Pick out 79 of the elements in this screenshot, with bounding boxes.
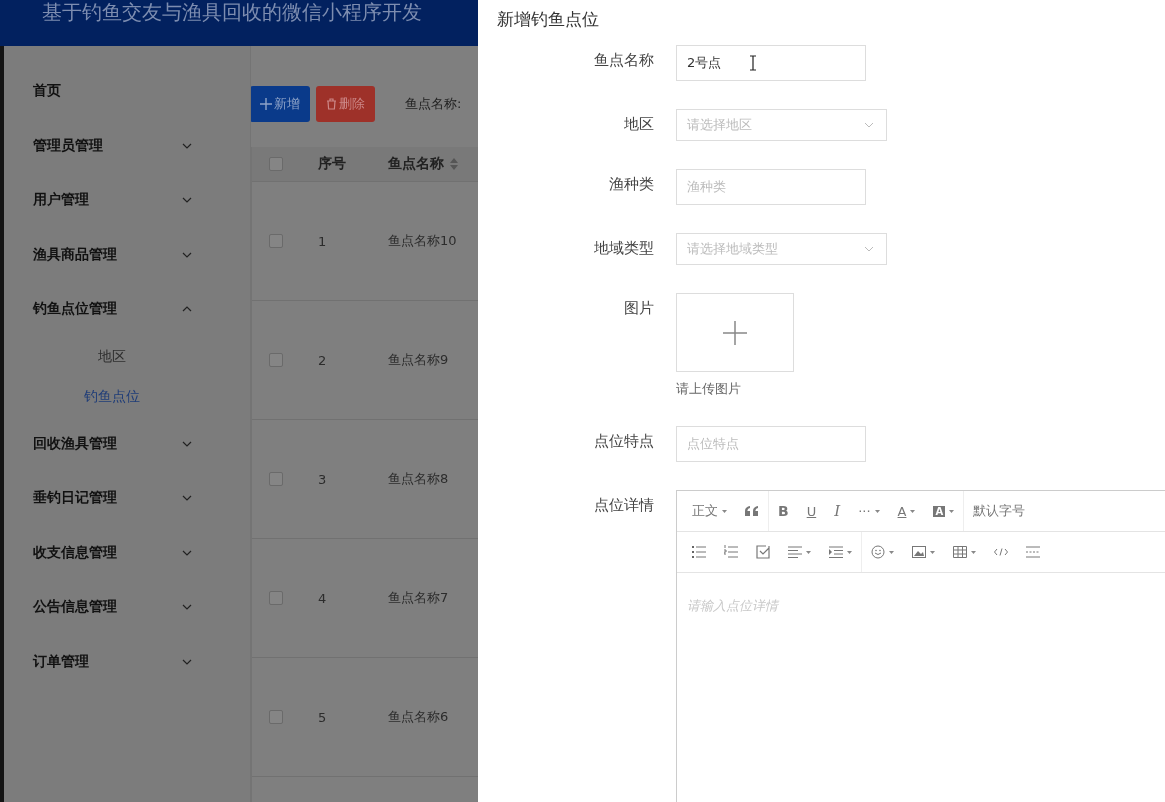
bullet-list-icon	[692, 545, 706, 559]
quote-icon	[745, 504, 759, 518]
indent-icon	[829, 545, 843, 559]
table-icon	[953, 545, 967, 559]
toolbar-button[interactable]: A	[888, 491, 925, 531]
text-cursor-icon	[749, 55, 758, 71]
table-cell-text: 4	[317, 590, 328, 606]
field-label: 点位特点	[593, 431, 655, 451]
image-icon	[912, 545, 926, 559]
caret-icon	[874, 509, 880, 513]
caret-icon	[847, 550, 852, 554]
toolbar-button[interactable]: 正文	[683, 491, 736, 531]
menu-item[interactable]: 收支信息管理	[4, 525, 250, 580]
submenu-item[interactable]: 钓鱼点位	[4, 376, 250, 417]
toolbar-button[interactable]: I	[825, 491, 850, 531]
checkbox[interactable]	[269, 591, 283, 605]
toolbar-button[interactable]: U	[797, 491, 826, 531]
toolbar-button[interactable]: A	[924, 491, 964, 531]
table-cell-text: 鱼点名称7	[387, 589, 450, 607]
toolbar-button[interactable]: 默认字号	[964, 491, 1035, 531]
upload-box[interactable]	[676, 293, 794, 372]
caret-icon	[910, 509, 916, 513]
checkbox[interactable]	[269, 234, 283, 248]
table-cell-text: 2	[317, 352, 328, 368]
menu-item[interactable]: 渔具商品管理	[4, 227, 250, 282]
table-cell-text: 5	[317, 709, 328, 725]
caret-icon	[971, 550, 976, 554]
drawer-title: 新增钓鱼点位	[497, 8, 600, 31]
divider-icon	[1026, 545, 1040, 559]
align-icon	[788, 545, 802, 559]
chevron-down-icon	[864, 246, 874, 252]
toolbar-button[interactable]: ···	[849, 491, 889, 531]
caret-icon	[722, 509, 727, 513]
numbered-list-icon	[724, 545, 738, 559]
add-button[interactable]: 新增	[251, 86, 310, 122]
field-label: 图片	[623, 298, 655, 318]
menu-item[interactable]: 钓鱼点位管理	[4, 282, 250, 337]
chevron-down-icon	[864, 122, 874, 128]
toolbar-button[interactable]: B	[769, 491, 798, 531]
plus-icon	[260, 98, 272, 110]
caret-icon	[930, 550, 935, 554]
sort-icon[interactable]	[450, 158, 458, 170]
submenu-item[interactable]: 地区	[4, 336, 250, 377]
column-header[interactable]: 鱼点名称	[388, 155, 444, 173]
search-label: 鱼点名称:	[405, 95, 462, 113]
field-label: 地域类型	[593, 238, 655, 258]
menu-item[interactable]: 垂钓日记管理	[4, 471, 250, 526]
table-cell-text: 鱼点名称9	[387, 351, 450, 369]
table-cell-text: 1	[317, 233, 328, 249]
checkbox[interactable]	[269, 353, 283, 367]
table-cell-text: 3	[317, 471, 328, 487]
column-header: 序号	[317, 155, 347, 173]
input-field[interactable]: 2号点	[676, 45, 866, 81]
checkbox-icon	[756, 545, 770, 559]
caret-icon	[949, 509, 955, 513]
menu-item[interactable]: 公告信息管理	[4, 580, 250, 635]
checkbox[interactable]	[269, 157, 283, 171]
table-cell-text: 鱼点名称10	[387, 232, 458, 250]
caret-icon	[889, 550, 894, 554]
table-cell-text: 鱼点名称6	[387, 708, 450, 726]
field-label: 点位详情	[593, 495, 655, 515]
caret-icon	[806, 550, 811, 554]
menu-item[interactable]: 管理员管理	[4, 118, 250, 173]
code-icon	[994, 545, 1008, 559]
delete-button[interactable]: 删除	[316, 86, 375, 122]
table-cell-text: 鱼点名称8	[387, 470, 450, 488]
smiley-icon	[871, 545, 885, 559]
menu-item[interactable]: 用户管理	[4, 173, 250, 228]
checkbox[interactable]	[269, 710, 283, 724]
field-label: 鱼点名称	[593, 50, 655, 70]
field-label: 渔种类	[608, 174, 655, 194]
trash-icon	[326, 98, 337, 110]
menu-item[interactable]: 回收渔具管理	[4, 416, 250, 471]
menu-item[interactable]: 首页	[4, 64, 250, 119]
app-title: 基于钓鱼交友与渔具回收的微信小程序开发	[42, 0, 422, 24]
checkbox[interactable]	[269, 472, 283, 486]
menu-item[interactable]: 订单管理	[4, 634, 250, 689]
field-label: 地区	[623, 114, 655, 134]
upload-hint: 请上传图片	[676, 380, 742, 398]
